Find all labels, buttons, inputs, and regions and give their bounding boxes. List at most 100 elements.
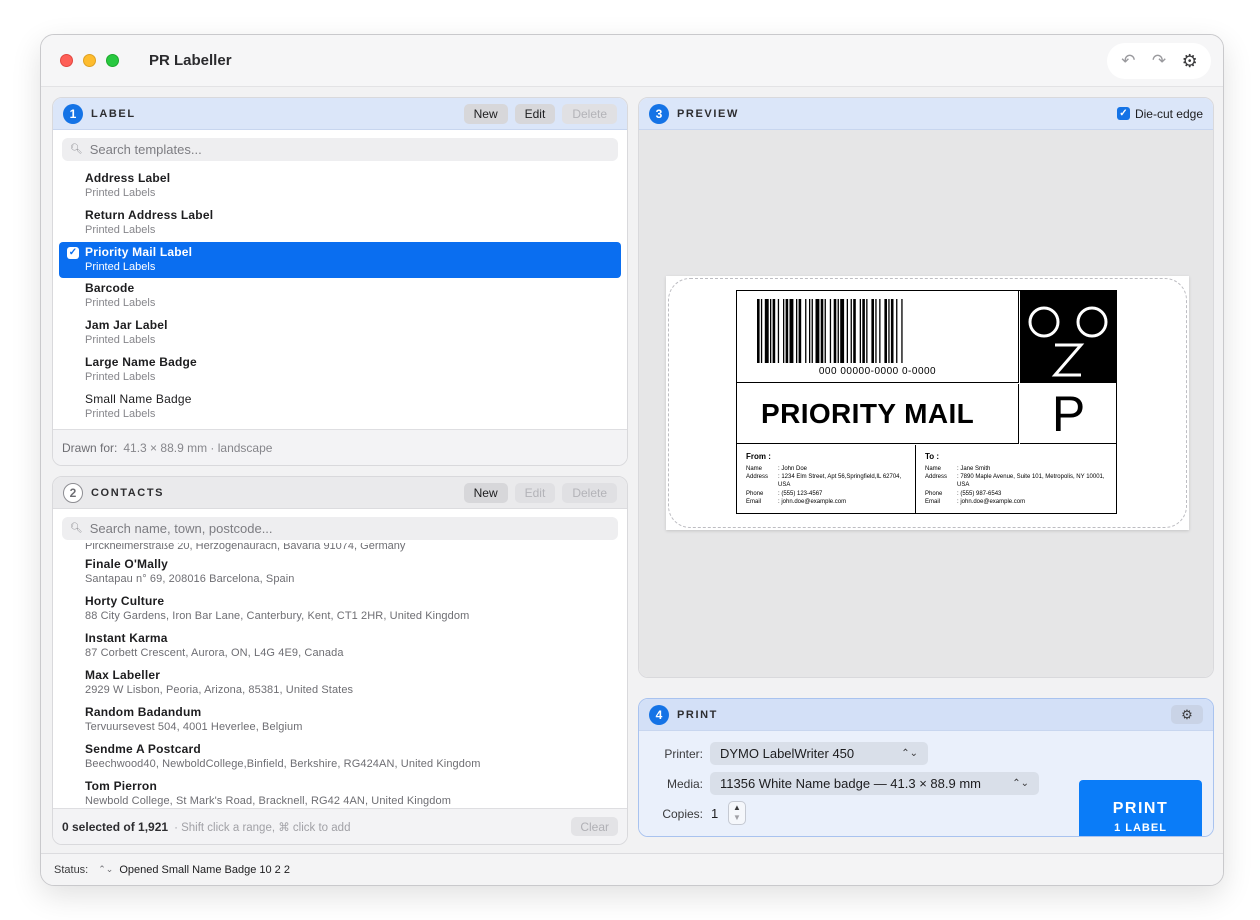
barcode-bar (772, 299, 776, 363)
gear-icon[interactable]: ⚙ (1178, 49, 1202, 73)
status-value-popup[interactable]: ⌃⌄ Opened Small Name Badge 10 2 2 (98, 864, 290, 876)
preview-canvas: 000 00000-0000 0-0000 PRIORITY MAIL P Fr… (639, 130, 1213, 677)
minimize-window-button[interactable] (83, 54, 96, 67)
from-row: Name: John Doe (746, 466, 808, 472)
template-item[interactable]: Address Label Printed Labels (59, 168, 621, 205)
edit-contact-button[interactable]: Edit (514, 482, 556, 503)
step-number-badge: 2 (63, 482, 83, 503)
service-title: PRIORITY MAIL (737, 384, 1019, 444)
print-button[interactable]: PRINT 1 LABEL (1079, 780, 1202, 836)
gear-icon: ⚙ (1181, 706, 1193, 722)
delete-template-button[interactable]: Delete (562, 103, 617, 124)
to-row: Email: john.doe@example.com (925, 498, 1026, 505)
barcode-bar (833, 299, 837, 363)
contact-row[interactable]: Random Badandum Tervuursevest 504, 4001 … (53, 702, 627, 739)
template-name: Return Address Label (85, 207, 214, 222)
template-item[interactable]: Jam Jar Label Printed Labels (59, 315, 621, 352)
barcode-bar (764, 299, 769, 363)
contact-row[interactable]: Finale O'Mally Santapau n° 69, 208016 Ba… (53, 554, 627, 591)
template-name: Large Name Badge (85, 354, 197, 369)
barcode-bar (890, 299, 894, 363)
updown-chevron-icon: ⌃⌄ (901, 748, 918, 759)
to-row: Name: Jane Smith (925, 466, 991, 472)
contact-address: 88 City Gardens, Iron Bar Lane, Canterbu… (85, 610, 470, 622)
drawn-for-label: Drawn for: (62, 440, 118, 455)
label-sheet: 000 00000-0000 0-0000 PRIORITY MAIL P Fr… (666, 276, 1189, 530)
edit-template-button[interactable]: Edit (514, 103, 556, 124)
barcode-bar (862, 299, 865, 363)
barcode-bar (875, 299, 877, 363)
print-settings-button[interactable]: ⚙ (1171, 705, 1203, 724)
barcode-bar (846, 299, 848, 363)
template-name: Barcode (85, 281, 135, 296)
contacts-panel-footer: 0 selected of 1,921 · Shift click a rang… (53, 808, 627, 844)
template-item[interactable]: Small Name Badge Printed Labels (59, 389, 621, 426)
label-panel-header: 1 LABEL New Edit Delete (53, 98, 627, 130)
barcode-bar (837, 299, 839, 363)
undo-icon[interactable]: ↶ (1116, 49, 1140, 73)
decrement-arrow-icon[interactable]: ▼ (733, 813, 741, 823)
template-item[interactable]: Large Name Badge Printed Labels (59, 352, 621, 389)
template-item[interactable]: Barcode Printed Labels (59, 278, 621, 315)
barcode-bar (896, 299, 898, 363)
die-cut-edge-checkbox[interactable]: ✓ Die-cut edge (1116, 107, 1203, 121)
increment-arrow-icon[interactable]: ▲ (733, 803, 741, 813)
media-value: 11356 White Name badge — 41.3 × 88.9 mm (720, 776, 981, 791)
copies-label: Copies: (662, 807, 703, 821)
contact-search-input[interactable] (89, 521, 583, 536)
barcode-bar (811, 299, 813, 363)
printer-select[interactable]: DYMO LabelWriter 450 ⌃⌄ (710, 742, 928, 765)
contact-row[interactable]: Sendme A Postcard Beechwood40, NewboldCo… (53, 739, 627, 776)
zoom-window-button[interactable] (106, 54, 119, 67)
checkmark-icon: ✓ (67, 246, 79, 259)
barcode-bar (901, 299, 903, 363)
status-label: Status: (54, 863, 89, 876)
print-button-sublabel: 1 LABEL (1114, 821, 1167, 834)
template-name: Address Label (85, 171, 171, 185)
contact-address-partial: Pirckheimerstraße 20, Herzogenaurach, Ba… (85, 543, 406, 552)
panel-title: CONTACTS (91, 486, 165, 499)
template-search-input[interactable] (89, 142, 583, 157)
contact-address: Tervuursevest 504, 4001 Heverlee, Belgiu… (85, 721, 303, 733)
barcode-bar (796, 299, 798, 363)
contact-row[interactable]: Horty Culture 88 City Gardens, Iron Bar … (53, 591, 627, 628)
template-category: Printed Labels (85, 297, 156, 310)
contact-row[interactable]: Max Labeller 2929 W Lisbon, Peoria, Ariz… (53, 665, 627, 702)
contact-address: Santapau n° 69, 208016 Barcelona, Spain (85, 573, 295, 585)
contact-address: 2929 W Lisbon, Peoria, Arizona, 85381, U… (85, 684, 354, 696)
contact-row[interactable]: Instant Karma 87 Corbett Crescent, Auror… (53, 628, 627, 665)
delete-contact-button[interactable]: Delete (562, 482, 617, 503)
template-category: Printed Labels (85, 334, 156, 347)
clear-selection-button[interactable]: Clear (571, 817, 618, 836)
template-category: Printed Labels (85, 223, 156, 236)
barcode-bar (850, 299, 852, 363)
step-number-badge: 1 (63, 103, 83, 124)
template-item[interactable]: Return Address Label Printed Labels (59, 205, 621, 242)
new-contact-button[interactable]: New (463, 482, 508, 503)
template-item-selected[interactable]: ✓ Priority Mail Label Printed Labels (59, 241, 621, 279)
drawn-for-value: 41.3 × 88.9 mm · landscape (123, 440, 273, 455)
copies-value[interactable]: 1 (711, 806, 718, 821)
close-window-button[interactable] (60, 54, 73, 67)
template-category: Printed Labels (85, 187, 156, 199)
contact-name: Finale O'Mally (85, 557, 169, 571)
copies-stepper[interactable]: ▲ ▼ (728, 801, 746, 825)
preview-panel-header: 3 PREVIEW ✓ Die-cut edge (639, 98, 1213, 130)
label-panel: 1 LABEL New Edit Delete 🔍︎ Address Label… (52, 97, 628, 466)
contact-row[interactable]: Tom Pierron Newbold College, St Mark's R… (53, 776, 627, 808)
to-row: Address: 7890 Maple Avenue, Suite 101, M… (925, 474, 1105, 489)
contact-name: Random Badandum (85, 705, 202, 719)
contact-address: Beechwood40, NewboldCollege,Binfield, Be… (85, 758, 481, 770)
contact-address: 87 Corbett Crescent, Aurora, ON, L4G 4E9… (85, 647, 344, 659)
updown-chevron-icon: ⌃⌄ (98, 864, 114, 874)
step-number-badge: 4 (649, 704, 669, 725)
template-name: Jam Jar Label (85, 318, 168, 333)
from-row: Phone: (555) 123-4567 (746, 490, 823, 497)
barcode-bar (783, 299, 785, 363)
redo-icon[interactable]: ↷ (1147, 49, 1171, 73)
barcode-bar (888, 299, 890, 363)
new-template-button[interactable]: New (463, 103, 508, 124)
from-row: Email: john.doe@example.com (746, 498, 847, 505)
media-select[interactable]: 11356 White Name badge — 41.3 × 88.9 mm … (710, 772, 1039, 795)
barcode-bar (824, 299, 826, 363)
